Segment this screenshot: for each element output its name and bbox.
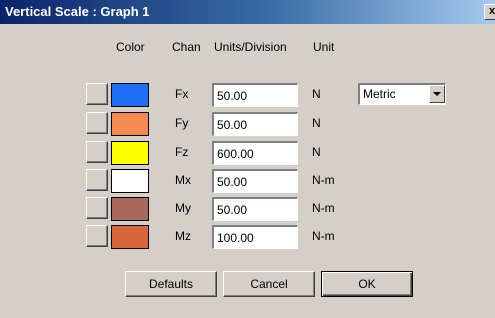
unit-system-select[interactable]: Metric bbox=[358, 83, 446, 105]
window-title: Vertical Scale : Graph 1 bbox=[5, 4, 150, 19]
color-swatch[interactable] bbox=[111, 225, 149, 249]
unit-system-value: Metric bbox=[363, 87, 396, 101]
close-icon: x bbox=[488, 5, 495, 17]
units-division-input[interactable] bbox=[212, 83, 298, 107]
channel-row-my: My N-m bbox=[0, 197, 495, 223]
unit-label: N bbox=[312, 116, 321, 130]
channel-row-fz: Fz N bbox=[0, 141, 495, 167]
vertical-scale-dialog: Vertical Scale : Graph 1 x Color Chan Un… bbox=[0, 0, 495, 318]
dropdown-button[interactable] bbox=[429, 85, 445, 103]
channel-label: Mx bbox=[175, 173, 191, 187]
ok-button[interactable]: OK bbox=[321, 271, 413, 297]
unit-label: N-m bbox=[312, 229, 335, 243]
channel-row-mx: Mx N-m bbox=[0, 169, 495, 195]
unit-label: N bbox=[312, 87, 321, 101]
units-division-column-header: Units/Division bbox=[214, 40, 287, 54]
color-swatch[interactable] bbox=[111, 83, 149, 107]
close-button[interactable]: x bbox=[484, 4, 495, 20]
color-picker-button[interactable] bbox=[86, 169, 108, 191]
color-picker-button[interactable] bbox=[86, 225, 108, 247]
channel-label: Fx bbox=[175, 87, 189, 101]
color-picker-button[interactable] bbox=[86, 141, 108, 163]
color-column-header: Color bbox=[116, 40, 145, 54]
color-swatch[interactable] bbox=[111, 169, 149, 193]
chevron-down-icon bbox=[433, 92, 441, 96]
units-division-input[interactable] bbox=[212, 169, 298, 193]
channel-label: Fz bbox=[175, 145, 189, 159]
defaults-button[interactable]: Defaults bbox=[125, 271, 217, 297]
chan-column-header: Chan bbox=[172, 40, 201, 54]
channel-row-fy: Fy N bbox=[0, 112, 495, 138]
channel-label: My bbox=[175, 201, 191, 215]
color-picker-button[interactable] bbox=[86, 83, 108, 105]
units-division-input[interactable] bbox=[212, 141, 298, 165]
title-bar[interactable]: Vertical Scale : Graph 1 x bbox=[0, 0, 495, 24]
channel-label: Fy bbox=[175, 116, 189, 130]
color-swatch[interactable] bbox=[111, 197, 149, 221]
units-division-input[interactable] bbox=[212, 197, 298, 221]
unit-column-header: Unit bbox=[313, 40, 335, 54]
color-swatch[interactable] bbox=[111, 112, 149, 136]
channel-label: Mz bbox=[175, 229, 191, 243]
channel-row-mz: Mz N-m bbox=[0, 225, 495, 251]
color-picker-button[interactable] bbox=[86, 112, 108, 134]
unit-label: N-m bbox=[312, 173, 335, 187]
units-division-input[interactable] bbox=[212, 225, 298, 249]
color-picker-button[interactable] bbox=[86, 197, 108, 219]
cancel-button[interactable]: Cancel bbox=[223, 271, 315, 297]
unit-label: N bbox=[312, 145, 321, 159]
color-swatch[interactable] bbox=[111, 141, 149, 165]
unit-label: N-m bbox=[312, 201, 335, 215]
units-division-input[interactable] bbox=[212, 112, 298, 136]
